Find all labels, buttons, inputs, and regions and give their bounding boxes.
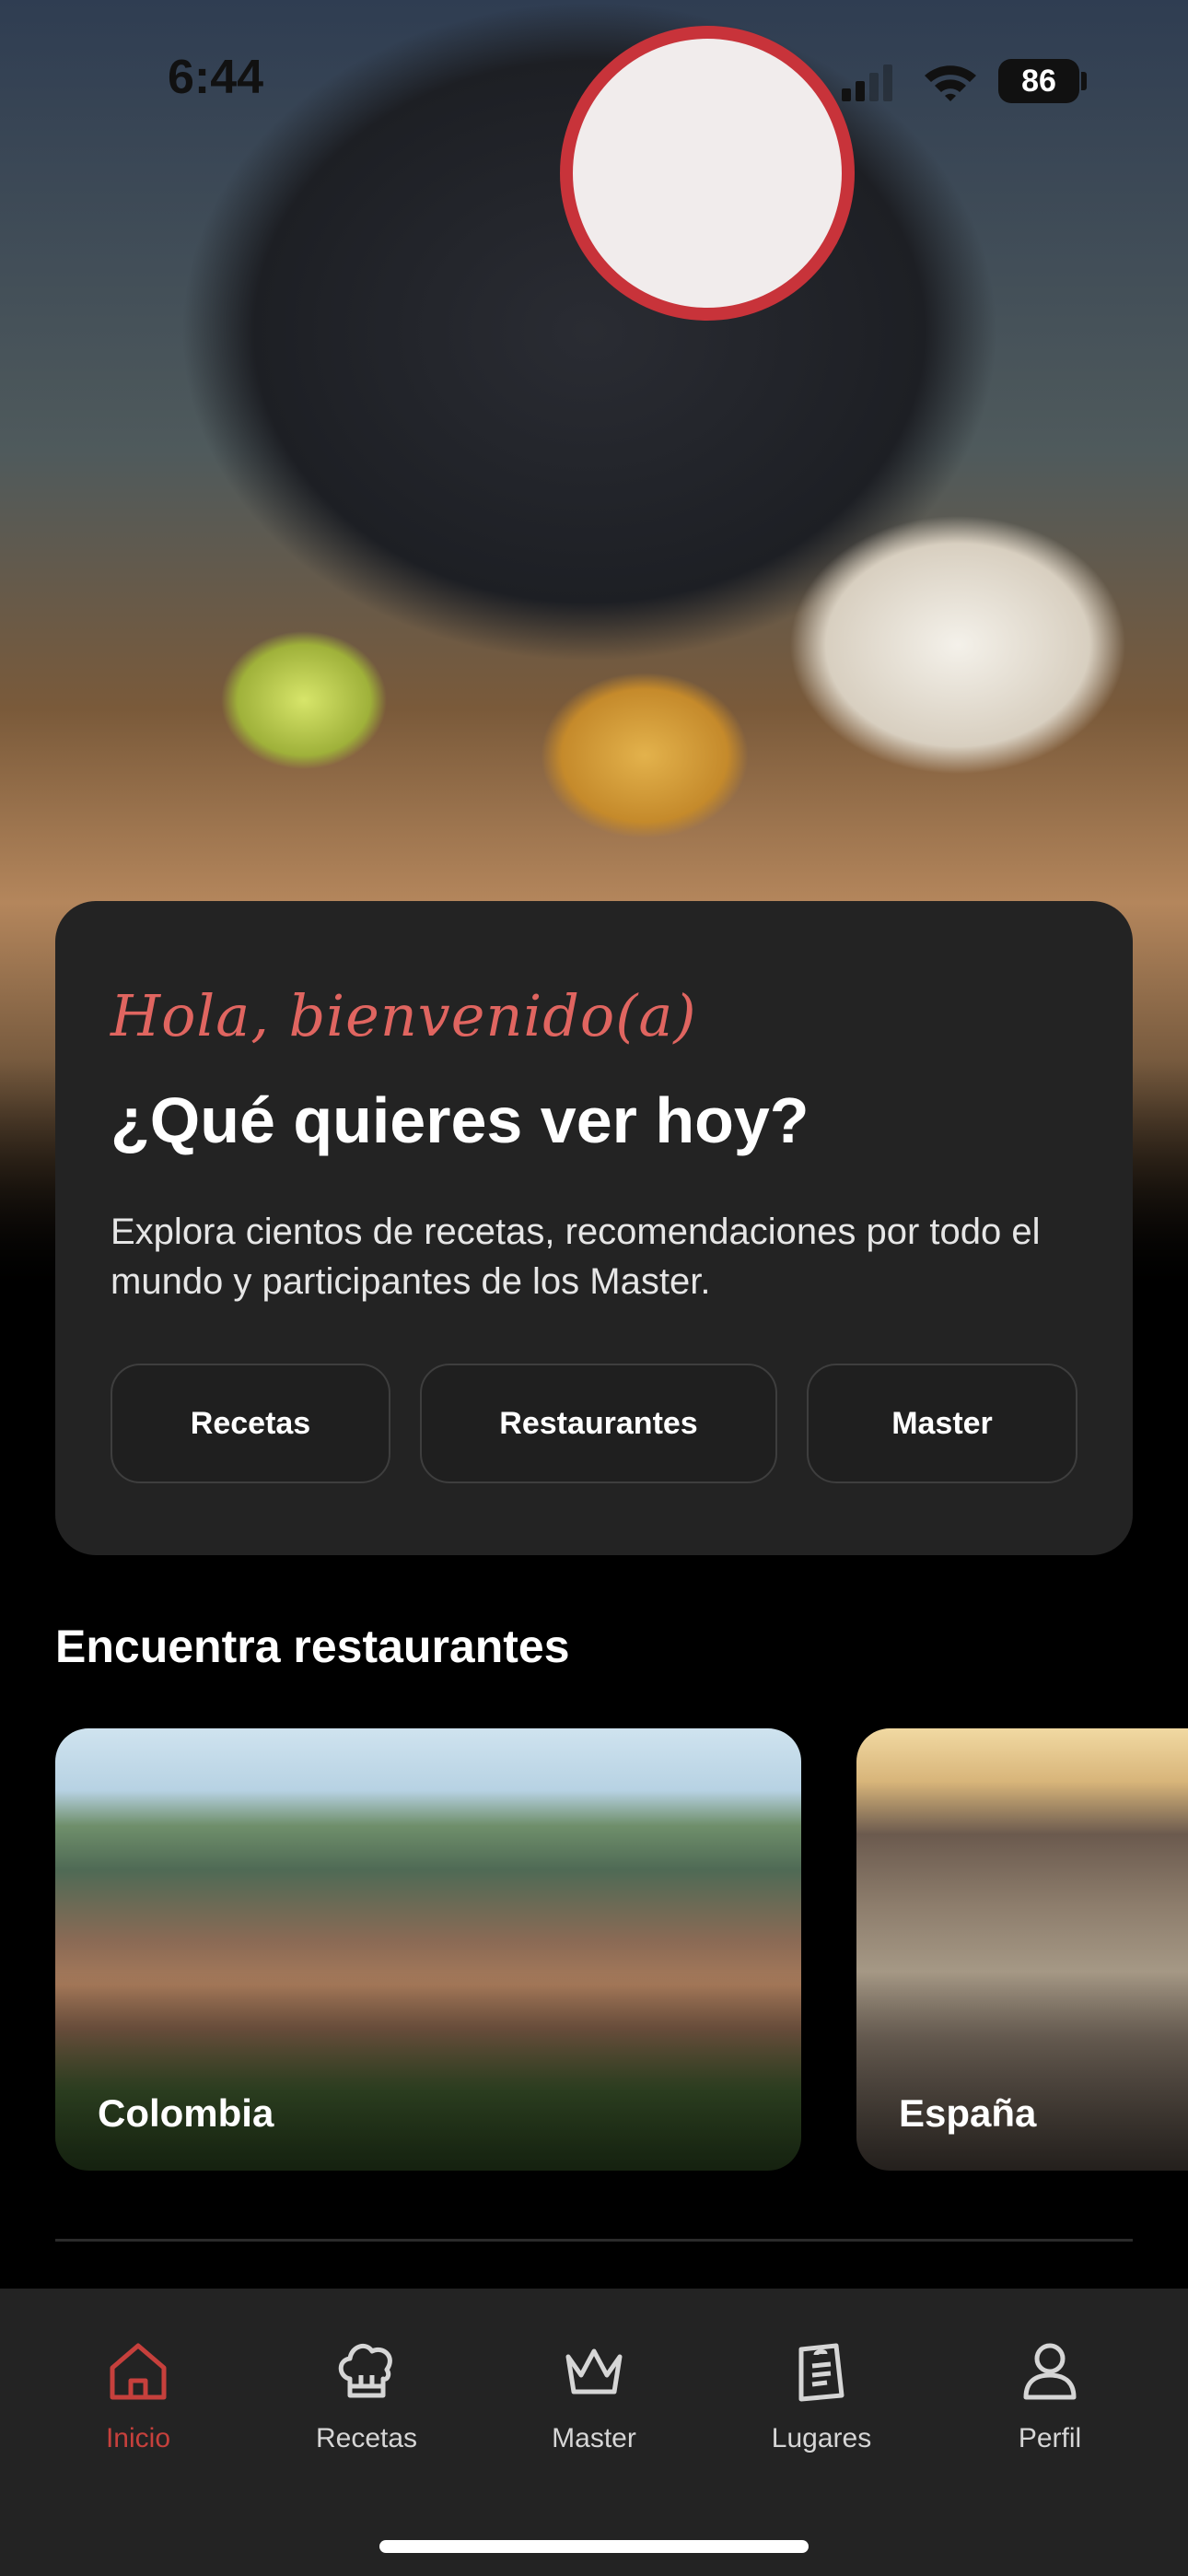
battery-indicator: 86 [998,59,1079,103]
home-indicator[interactable] [379,2540,809,2553]
country-card-colombia[interactable]: Colombia [55,1728,801,2171]
country-label: Colombia [98,2091,274,2135]
status-time: 6:44 [168,51,264,104]
status-bar: 6:44 86 [0,0,1188,157]
battery-cap [1081,72,1087,90]
greeting-text: Hola, bienvenido(a) [111,982,697,1049]
divider [55,2239,1133,2242]
headline: ¿Qué quieres ver hoy? [111,1084,809,1156]
bottom-tab-bar: Inicio Recetas Master Lugares Perfil [0,2289,1188,2576]
menu-card-icon [798,2343,844,2402]
wifi-icon [925,65,976,101]
tab-recetas[interactable]: Recetas [274,2335,459,2482]
user-icon [1023,2343,1077,2400]
tab-perfil[interactable]: Perfil [958,2335,1142,2482]
tab-lugares[interactable]: Lugares [729,2335,914,2482]
country-label: España [899,2091,1037,2135]
master-button[interactable]: Master [807,1364,1077,1483]
tab-label: Perfil [1018,2423,1082,2453]
tab-label: Lugares [771,2423,872,2453]
recetas-button[interactable]: Recetas [111,1364,390,1483]
home-icon [110,2343,167,2400]
cellular-signal-icon [842,64,892,101]
description: Explora cientos de recetas, recomendacio… [111,1212,1041,1302]
tab-label: Inicio [105,2423,171,2453]
chef-hat-icon [338,2343,392,2398]
restaurantes-button[interactable]: Restaurantes [420,1364,777,1483]
tab-master[interactable]: Master [502,2335,686,2482]
section-title-restaurants: Encuentra restaurantes [55,1621,570,1672]
welcome-card: Hola, bienvenido(a) ¿Qué quieres ver hoy… [55,901,1133,1555]
country-card-espana[interactable]: España [856,1728,1188,2171]
tab-label: Recetas [315,2423,418,2453]
crown-icon [565,2348,623,2395]
tab-label: Master [552,2423,636,2453]
tab-inicio[interactable]: Inicio [46,2335,230,2482]
